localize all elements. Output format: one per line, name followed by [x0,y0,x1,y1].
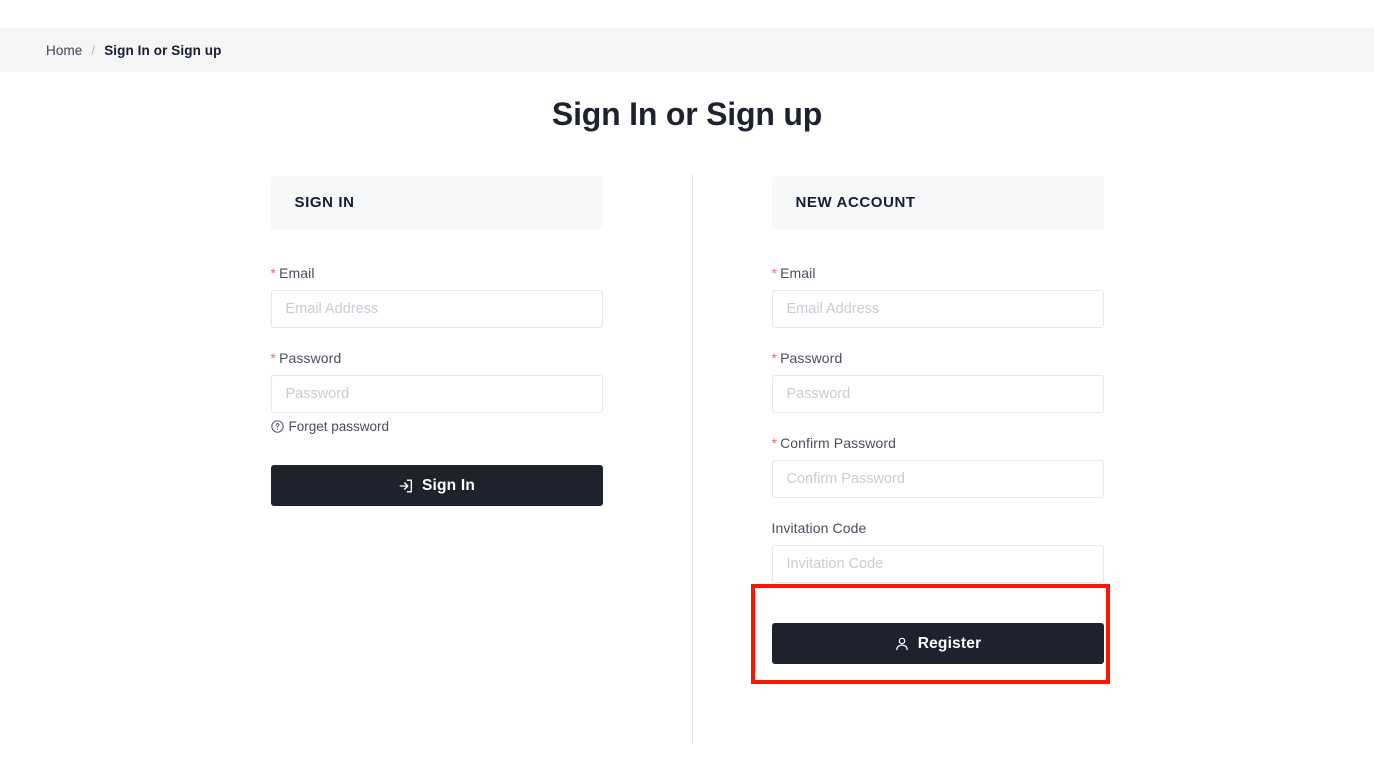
register-password-label-text: Password [780,350,843,366]
signin-password-label-text: Password [279,350,342,366]
register-confirm-password-input[interactable] [771,460,1104,498]
required-asterisk: * [771,265,778,281]
signin-password-input[interactable] [270,375,603,413]
register-form: *Email *Password *Confirm Password [750,229,1110,684]
register-confirm-password-label-text: Confirm Password [780,435,897,451]
breadcrumb-current-page: Sign In or Sign up [104,42,222,58]
breadcrumb-bar: Home / Sign In or Sign up [0,28,1374,72]
signin-email-label: * Email [271,265,603,281]
breadcrumb-separator: / [91,42,96,58]
register-confirm-password-label: * Confirm Password [772,435,1104,451]
register-email-label: * Email [772,265,1104,281]
signin-email-label-text: Email [279,265,315,281]
breadcrumb: Home / Sign In or Sign up [46,43,221,58]
required-asterisk: * [270,350,277,366]
invitation-code-input[interactable] [771,545,1104,583]
register-email-input[interactable] [771,290,1104,328]
forget-password-link[interactable]: Forget password [270,419,390,434]
register-password-field: * Password [771,350,1104,413]
breadcrumb-link-home[interactable]: Home [46,43,82,58]
page-title: Sign In or Sign up [551,96,823,132]
signin-email-input[interactable] [270,290,603,328]
signin-email-field: * Email [270,265,603,328]
signin-panel: SIGN IN *Email *Password [270,176,603,506]
forget-password-label: Forget password [288,419,390,434]
invitation-code-field: Invitation Code [771,520,1104,583]
register-button-label: Register [917,634,982,652]
sign-in-button-label: Sign In [421,476,476,494]
auth-columns: SIGN IN *Email *Password [0,174,1374,744]
signin-password-field: * Password Forget password [270,350,603,434]
signin-form: *Email *Password Fo [270,229,603,506]
column-divider [692,174,693,744]
register-confirm-password-field: * Confirm Password [771,435,1104,498]
signin-password-label: * Password [271,350,603,366]
sign-in-button[interactable]: Sign In [270,465,603,506]
login-arrow-icon [399,479,412,492]
required-asterisk: * [771,435,778,451]
register-panel-title: NEW ACCOUNT [795,194,916,211]
register-password-input[interactable] [771,375,1104,413]
top-strip [0,0,1374,28]
required-asterisk: * [270,265,277,281]
register-panel: NEW ACCOUNT *Email *Password [750,176,1110,684]
register-button[interactable]: Register [771,623,1104,664]
user-icon [895,637,908,650]
question-circle-icon [270,420,284,433]
register-email-label-text: Email [780,265,816,281]
invitation-code-label: Invitation Code [771,520,867,536]
signin-panel-title: SIGN IN [294,194,355,211]
page-root: Home / Sign In or Sign up Sign In or Sig… [0,0,1374,773]
signin-panel-header: SIGN IN [270,176,603,229]
register-password-label: * Password [772,350,1104,366]
register-email-field: * Email [771,265,1104,328]
register-panel-header: NEW ACCOUNT [771,176,1104,229]
required-asterisk: * [771,350,778,366]
